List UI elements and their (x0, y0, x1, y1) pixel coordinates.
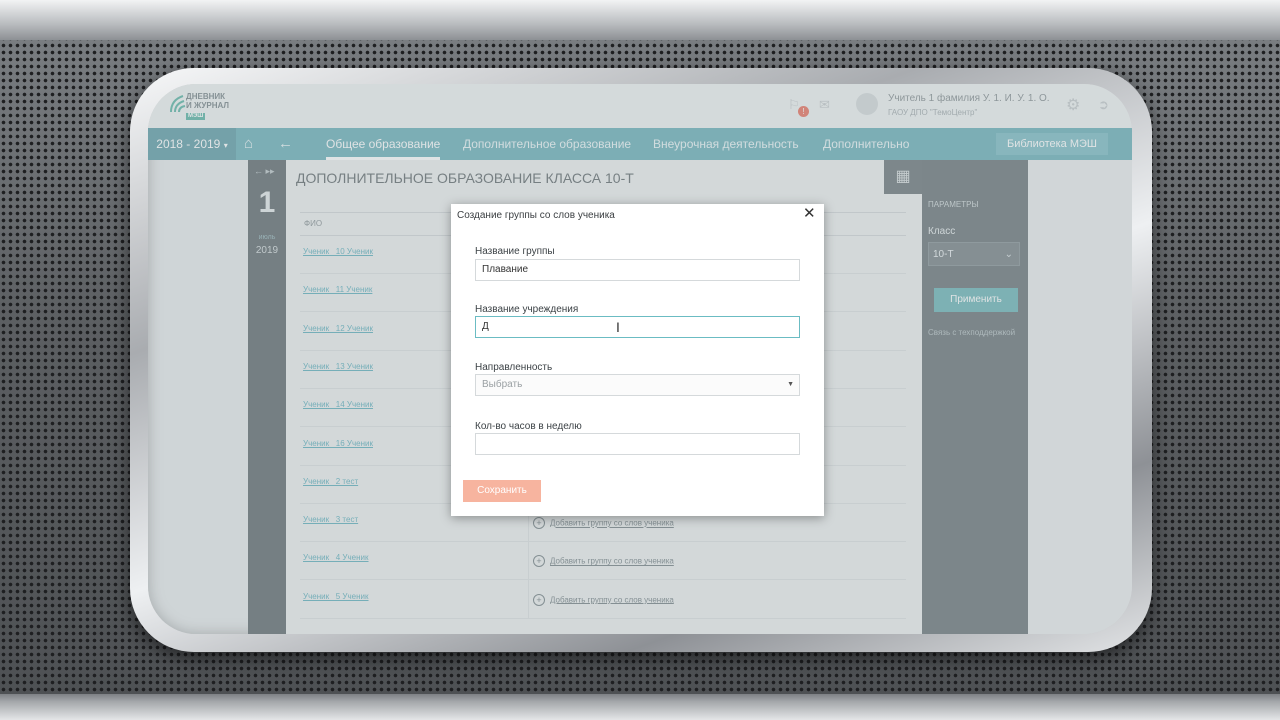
save-button[interactable]: Сохранить (463, 480, 541, 502)
institution-value: Д (482, 321, 489, 332)
hours-label: Кол-во часов в неделю (475, 421, 582, 432)
app: ДНЕВНИК И ЖУРНАЛ МЭШ ⚐ ! ✉ Учитель 1 фам… (148, 84, 1132, 634)
institution-label: Название учреждения (475, 304, 579, 315)
screen: ДНЕВНИК И ЖУРНАЛ МЭШ ⚐ ! ✉ Учитель 1 фам… (148, 84, 1132, 634)
create-group-modal: Создание группы со слов ученика ✕ Назван… (451, 204, 824, 516)
metal-plate-top (0, 0, 1280, 40)
text-cursor-icon: I (616, 319, 620, 335)
direction-select[interactable]: Выбрать ▼ (475, 374, 800, 396)
group-name-input[interactable]: Плавание (475, 259, 800, 281)
direction-placeholder: Выбрать (482, 379, 523, 390)
close-icon[interactable]: ✕ (803, 204, 816, 222)
institution-input[interactable]: Д I (475, 316, 800, 338)
metal-plate-bottom (0, 694, 1280, 720)
direction-label: Направленность (475, 362, 553, 373)
modal-title: Создание группы со слов ученика (457, 210, 615, 221)
hours-input[interactable] (475, 433, 800, 455)
group-name-label: Название группы (475, 246, 555, 257)
caret-down-icon: ▼ (787, 381, 794, 388)
